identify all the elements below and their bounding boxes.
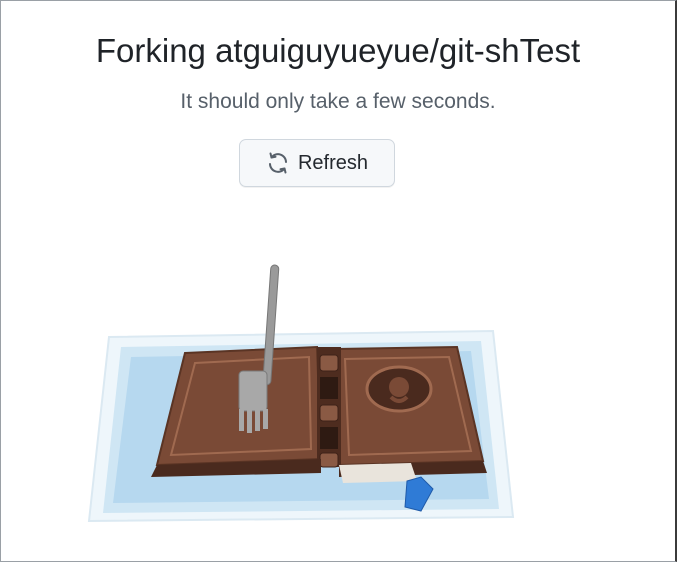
page-title: Forking atguiguyueyue/git-shTest [95, 32, 581, 69]
fork-progress-page: Forking atguiguyueyue/git-shTest It shou… [0, 0, 677, 562]
sync-icon [266, 151, 290, 175]
refresh-button[interactable]: Refresh [239, 139, 395, 187]
fork-book-illustration [81, 259, 561, 539]
status-message: It should only take a few seconds. [180, 90, 496, 113]
refresh-button-label: Refresh [297, 151, 369, 174]
